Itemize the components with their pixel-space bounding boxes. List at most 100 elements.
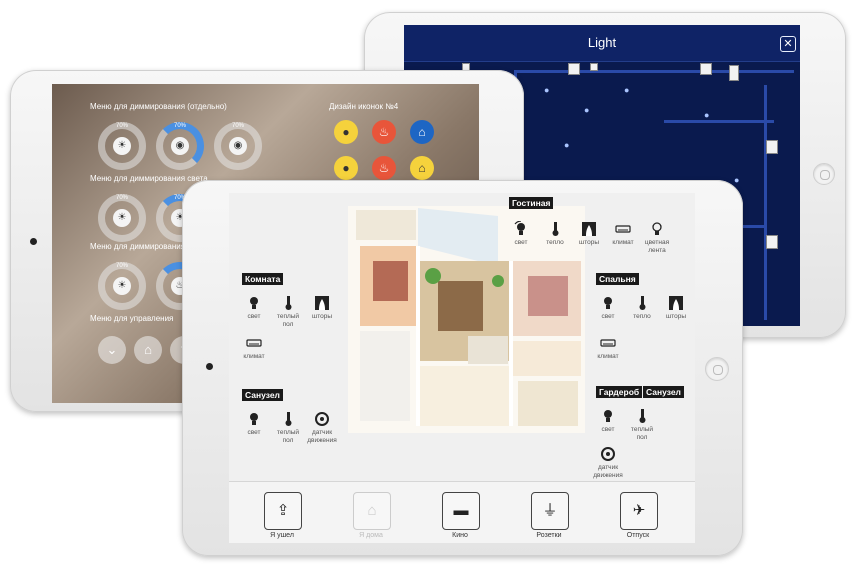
bulb-icon[interactable]: ● [544, 85, 549, 95]
bulb-icon[interactable]: ● [334, 156, 358, 180]
device-label: датчик движения [307, 429, 337, 444]
vacation-scene-button[interactable]: ✈ [620, 492, 658, 530]
room-tag-wardrobe[interactable]: Гардероб [596, 386, 643, 398]
bulb-icon [250, 413, 258, 425]
device-curtains[interactable]: шторы [659, 295, 693, 321]
close-button[interactable]: ✕ [780, 36, 796, 52]
air-conditioner-icon [615, 225, 631, 233]
bulb-icon [250, 297, 258, 309]
bulb-icon[interactable]: ● [734, 175, 739, 185]
room-tag-room[interactable]: Комната [242, 273, 284, 285]
thermometer-icon [639, 409, 646, 423]
light-switch[interactable] [766, 140, 778, 154]
device-led-strip[interactable]: цветная лента [640, 221, 674, 255]
scene-label: Я ушел [270, 532, 294, 539]
bulb-icon[interactable]: ● [704, 110, 709, 120]
plane-icon: ✈ [632, 502, 646, 519]
device-light[interactable]: свет [237, 295, 271, 321]
menu-label: Меню для диммирования [90, 242, 186, 251]
device-label: свет [601, 313, 615, 320]
camera [30, 238, 37, 245]
air-conditioner-icon [246, 339, 262, 347]
room-tag-living[interactable]: Гостиная [509, 197, 554, 209]
leave-scene-button[interactable]: ⇪ [264, 492, 302, 530]
device-light[interactable]: свет [237, 411, 271, 437]
device-curtains[interactable]: шторы [305, 295, 339, 321]
bulb-icon [604, 410, 612, 422]
scene-label: Я дома [359, 532, 383, 539]
floorplan-wall [514, 70, 794, 73]
scene-label: Отпуск [626, 532, 650, 539]
home-button[interactable] [705, 357, 729, 381]
dimmer-dial[interactable]: 70% ☀ [98, 194, 146, 242]
device-light[interactable]: свет [504, 221, 538, 247]
air-conditioner-icon [600, 339, 616, 347]
device-motion-sensor[interactable]: датчик движения [305, 411, 339, 445]
device-label: теплый пол [276, 429, 300, 444]
bulb-icon[interactable]: ● [564, 140, 569, 150]
thermometer-icon [639, 296, 646, 310]
menu-label: Меню для диммирования (отдельно) [90, 102, 227, 111]
device-light[interactable]: свет [591, 408, 625, 434]
menu-label: Меню для диммирования света [90, 174, 208, 183]
scene-label: Кино [452, 532, 468, 539]
light-switch[interactable] [568, 63, 580, 75]
light-switch[interactable] [729, 65, 739, 81]
device-heat[interactable]: тепло [538, 221, 572, 247]
room-tag-bathroom[interactable]: Санузел [242, 389, 283, 401]
device-curtains[interactable]: шторы [572, 221, 606, 247]
dimmer-dial[interactable]: 70% ☀ [98, 262, 146, 310]
device-motion-sensor[interactable]: датчик движения [591, 446, 625, 480]
home-scene-button[interactable]: ⌂ [353, 492, 391, 530]
dimmer-dial[interactable]: 70% ◉ [156, 122, 204, 170]
floorplan-wall [664, 120, 774, 123]
room-tag-bathroom-2[interactable]: Санузел [643, 386, 684, 398]
thermometer-icon [552, 222, 559, 236]
device-heat[interactable]: тепло [625, 295, 659, 321]
apartment-screen: Гостиная свет тепло шторы климат цветная… [229, 193, 695, 543]
menu-label: Меню для управления [90, 314, 174, 323]
sockets-scene-button[interactable]: ⏚ [531, 492, 569, 530]
device-light[interactable]: свет [591, 295, 625, 321]
curtain-icon [582, 222, 596, 236]
device-label: тепло [633, 313, 651, 320]
cinema-scene-button[interactable]: ▬ [442, 492, 480, 530]
device-climate[interactable]: климат [606, 221, 640, 247]
device-floor-heating[interactable]: теплый пол [271, 411, 305, 445]
bulb-icon[interactable]: ● [334, 120, 358, 144]
device-label: теплый пол [630, 426, 654, 441]
bulb-icon [514, 221, 525, 235]
curtain-icon [669, 296, 683, 310]
home-button[interactable] [813, 163, 835, 185]
bulb-icon [652, 222, 662, 235]
device-climate[interactable]: климат [237, 335, 271, 361]
device-floor-heating[interactable]: теплый пол [625, 408, 659, 442]
device-label: цветная лента [644, 239, 670, 254]
curtain-button[interactable]: ⌂ [134, 336, 162, 364]
light-switch[interactable] [590, 63, 598, 71]
thermometer-icon[interactable]: ♨ [372, 120, 396, 144]
dimmer-dial[interactable]: 70% ☀ [98, 122, 146, 170]
device-label: датчик движения [593, 464, 623, 479]
device-label: свет [601, 426, 615, 433]
chevron-down-icon[interactable]: ⌄ [98, 336, 126, 364]
device-label: шторы [665, 313, 687, 320]
device-climate[interactable]: климат [591, 335, 625, 361]
light-switch[interactable] [766, 235, 778, 249]
device-floor-heating[interactable]: теплый пол [271, 295, 305, 329]
device-label: климат [597, 353, 619, 360]
room-tag-bedroom[interactable]: Спальня [596, 273, 639, 285]
device-label: шторы [311, 313, 333, 320]
curtain-icon[interactable]: ⌂ [410, 120, 434, 144]
motion-sensor-icon [601, 447, 615, 461]
plug-icon: ⏚ [542, 502, 558, 519]
curtain-icon[interactable]: ⌂ [410, 156, 434, 180]
thermometer-icon[interactable]: ♨ [372, 156, 396, 180]
bulb-icon[interactable]: ● [624, 85, 629, 95]
scene-label: Розетки [536, 532, 562, 539]
light-switch[interactable] [700, 63, 712, 75]
bulb-icon[interactable]: ● [584, 105, 589, 115]
device-label: свет [247, 313, 261, 320]
device-label: свет [514, 239, 528, 246]
dimmer-dial[interactable]: 70% ◉ [214, 122, 262, 170]
